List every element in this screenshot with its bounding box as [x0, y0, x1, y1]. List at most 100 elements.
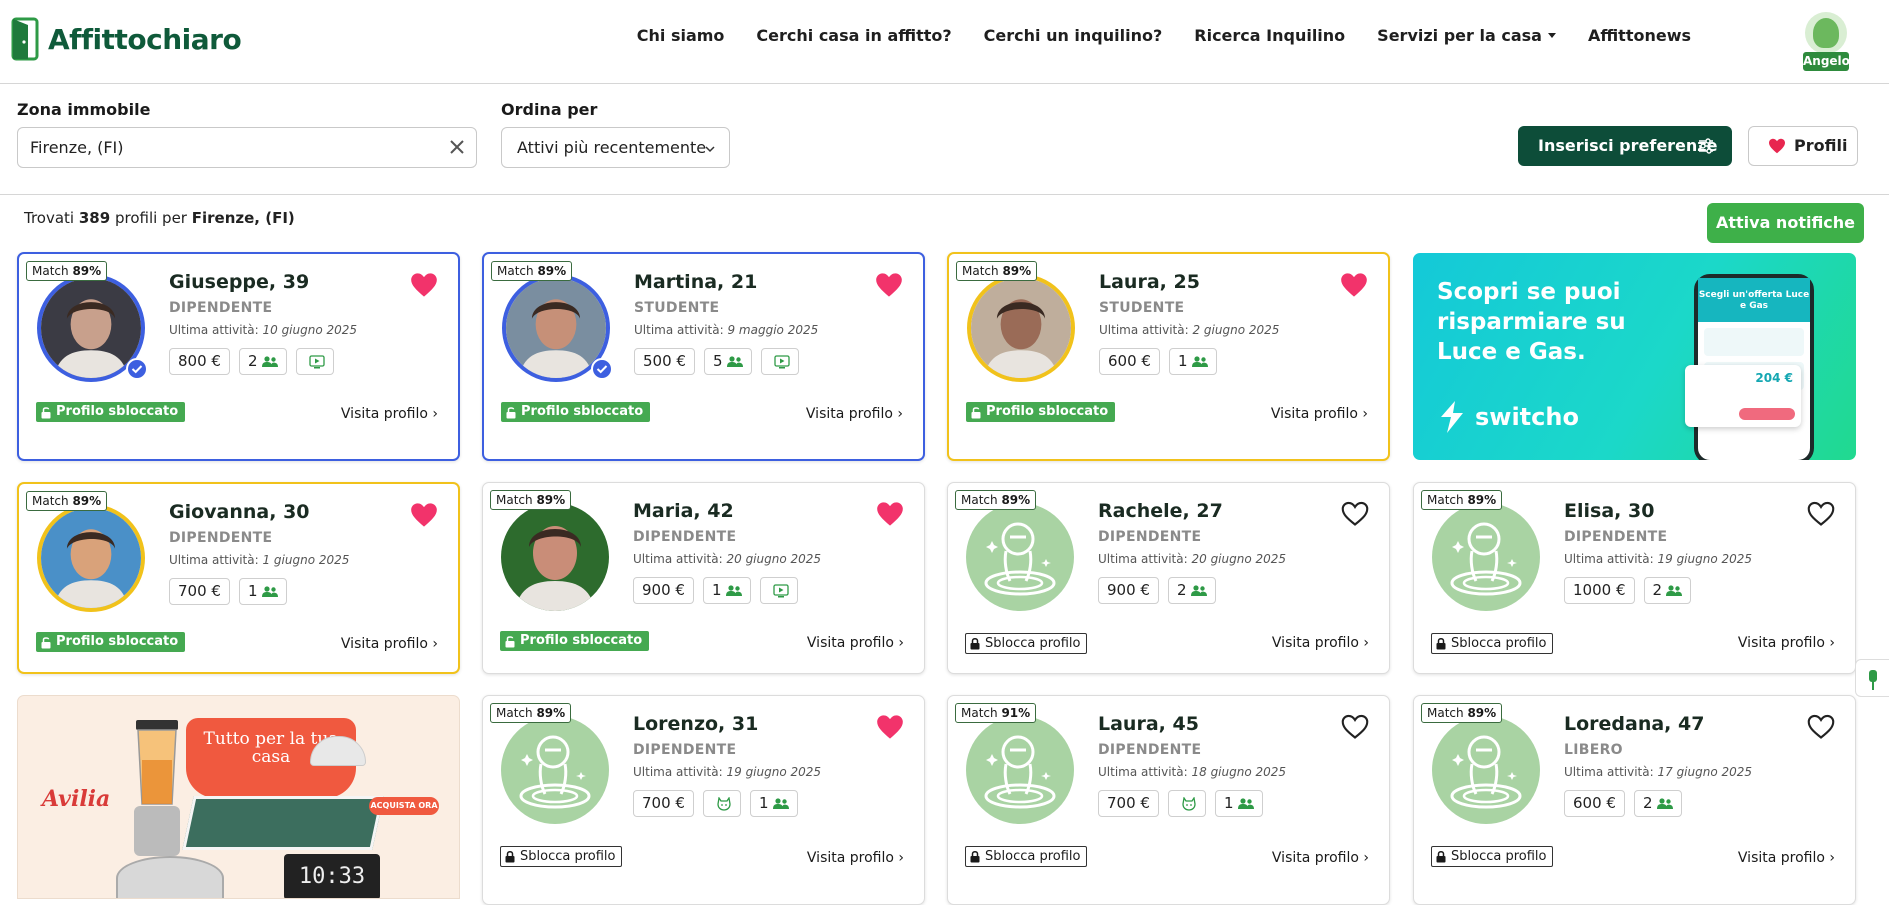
heart-outline-icon[interactable]	[1807, 714, 1835, 740]
profiles-button[interactable]: Profili	[1748, 126, 1858, 166]
phone-row	[1704, 328, 1804, 356]
unlock-icon	[41, 636, 51, 648]
nav-cerchi-casa[interactable]: Cerchi casa in affitto?	[756, 26, 951, 45]
heart-filled-icon[interactable]	[876, 714, 904, 740]
nav-servizi-dropdown[interactable]: Servizi per la casa	[1377, 26, 1556, 45]
switcho-ad-banner[interactable]: Scopri se puoi risparmiare su Luce e Gas…	[1413, 253, 1856, 460]
offer-card: 204 €	[1685, 365, 1801, 427]
rent-budget-chip: 1000 €	[1564, 577, 1635, 604]
heart-outline-icon[interactable]	[1341, 501, 1369, 527]
nav-chi-siamo[interactable]: Chi siamo	[637, 26, 725, 45]
unlock-profile-button[interactable]: Sblocca profilo	[965, 633, 1088, 654]
last-activity-date: 9 maggio 2025	[727, 323, 819, 337]
profile-occupation: STUDENTE	[634, 300, 720, 316]
heart-filled-icon[interactable]	[876, 501, 904, 527]
side-feedback-tab[interactable]	[1855, 659, 1889, 697]
heart-filled-icon[interactable]	[410, 272, 438, 298]
profile-card[interactable]: Match 89% Maria, 42 DIPENDENTE Ultima attiv…	[482, 482, 925, 674]
match-value: 89%	[537, 264, 567, 278]
nav-cerchi-inquilino[interactable]: Cerchi un inquilino?	[984, 26, 1163, 45]
sort-select[interactable]: Attivi più recentemente	[501, 127, 730, 168]
profile-card[interactable]: Match 89% Rachele, 27 DIPENDENTE Ultima att…	[947, 482, 1390, 674]
profile-avatar[interactable]	[967, 274, 1075, 382]
nav-ricerca-inquilino[interactable]: Ricerca Inquilino	[1194, 26, 1345, 45]
profile-card[interactable]: Match 89% Martina, 21 STUDENTE Ultima attiv…	[482, 252, 925, 461]
profile-avatar[interactable]	[37, 504, 145, 612]
insert-preferences-button[interactable]: Inserisci preferenze	[1518, 126, 1732, 166]
heart-filled-icon[interactable]	[875, 272, 903, 298]
profile-avatar[interactable]	[1432, 716, 1540, 824]
switcho-headline: Scopri se puoi risparmiare su Luce e Gas…	[1437, 279, 1626, 365]
visit-profile-link[interactable]: Visita profilo ›	[341, 406, 438, 422]
tray-icon	[182, 796, 384, 850]
profile-card[interactable]: Match 89% Elisa, 30 DIPENDENTE Ultima attiv…	[1413, 482, 1856, 674]
profile-card[interactable]: Match 89% Laura, 25 STUDENTE Ultima attivit…	[947, 252, 1390, 461]
buy-now-button[interactable]: ACQUISTA ORA	[369, 797, 439, 815]
mascot-avatar-icon	[1805, 12, 1847, 54]
match-badge: Match 89%	[1421, 703, 1503, 723]
unlock-profile-button[interactable]: Sblocca profilo	[965, 846, 1088, 867]
profile-card[interactable]: Match 89% Lorenzo, 31 DIPENDENTE Ultima att…	[482, 695, 925, 905]
profile-avatar[interactable]	[966, 716, 1074, 824]
match-label: Match	[961, 706, 998, 720]
profile-avatar[interactable]	[501, 503, 609, 611]
clock-display: 10:33	[284, 854, 380, 898]
unlock-profile-button[interactable]: Sblocca profilo	[1431, 846, 1554, 867]
match-badge: Match 89%	[491, 261, 573, 281]
offer-price: 204 €	[1755, 371, 1793, 385]
zone-label: Zona immobile	[17, 100, 151, 119]
profile-occupation: DIPENDENTE	[1098, 529, 1202, 545]
profile-occupation: DIPENDENTE	[633, 742, 737, 758]
activate-notifications-button[interactable]: Attiva notifiche	[1707, 203, 1864, 243]
visit-profile-link[interactable]: Visita profilo ›	[1738, 850, 1835, 866]
unlock-label: Sblocca profilo	[1451, 636, 1547, 651]
last-activity-date: 20 giugno 2025	[726, 552, 822, 566]
rent-budget-chip: 700 €	[169, 578, 230, 605]
heart-filled-icon[interactable]	[1340, 272, 1368, 298]
brand-logo[interactable]: Affittochiaro	[10, 15, 242, 63]
profile-avatar[interactable]	[1432, 503, 1540, 611]
people-icon	[1191, 355, 1208, 367]
profile-avatar[interactable]	[966, 503, 1074, 611]
user-avatar[interactable]: Angelo	[1803, 12, 1850, 72]
last-activity-label: Ultima attività:	[1098, 552, 1188, 566]
profile-unlocked-badge: Profilo sbloccato	[36, 632, 186, 652]
verified-badge-icon	[126, 358, 148, 380]
last-activity-label: Ultima attività:	[169, 553, 259, 567]
visit-profile-link[interactable]: Visita profilo ›	[1271, 406, 1368, 422]
heart-outline-icon[interactable]	[1807, 501, 1835, 527]
visit-profile-link[interactable]: Visita profilo ›	[1272, 635, 1369, 651]
profile-name: Giuseppe, 39	[169, 271, 310, 293]
visit-profile-link[interactable]: Visita profilo ›	[806, 406, 903, 422]
heart-outline-icon[interactable]	[1341, 714, 1369, 740]
last-activity: Ultima attività: 19 giugno 2025	[633, 765, 821, 779]
avilia-ad-banner[interactable]: Avilia Tutto per la tua casa 10:33 ACQUI…	[17, 695, 460, 899]
profile-card[interactable]: Match 89% Loredana, 47 LIBERO Ultima attivi…	[1413, 695, 1856, 905]
pet-chip	[702, 790, 741, 817]
clear-icon[interactable]	[448, 138, 466, 156]
match-label: Match	[32, 494, 69, 508]
lock-icon	[1436, 850, 1446, 863]
profile-card[interactable]: Match 89% Giovanna, 30 DIPENDENTE Ultima at…	[17, 482, 460, 674]
profile-photo	[501, 503, 609, 611]
visit-profile-link[interactable]: Visita profilo ›	[807, 635, 904, 651]
visit-profile-link[interactable]: Visita profilo ›	[1738, 635, 1835, 651]
nav-affittonews[interactable]: Affittonews	[1588, 26, 1691, 45]
people-chip: 2	[1643, 577, 1692, 604]
last-activity-label: Ultima attività:	[169, 323, 259, 337]
unlock-icon	[505, 635, 515, 647]
visit-profile-link[interactable]: Visita profilo ›	[341, 636, 438, 652]
last-activity: Ultima attività: 10 giugno 2025	[169, 323, 357, 337]
profile-card[interactable]: Match 89% Giuseppe, 39 DIPENDENTE Ultima at…	[17, 252, 460, 461]
people-icon	[1190, 584, 1207, 596]
zone-input[interactable]: Firenze, (FI)	[17, 127, 477, 168]
profile-avatar[interactable]	[501, 716, 609, 824]
visit-profile-link[interactable]: Visita profilo ›	[1272, 850, 1369, 866]
profile-card[interactable]: Match 91% Laura, 45 DIPENDENTE Ultima attiv…	[947, 695, 1390, 905]
unlocked-label: Profilo sbloccato	[56, 634, 179, 649]
visit-profile-link[interactable]: Visita profilo ›	[807, 850, 904, 866]
heart-filled-icon[interactable]	[410, 502, 438, 528]
unlock-profile-button[interactable]: Sblocca profilo	[500, 846, 623, 867]
unlock-profile-button[interactable]: Sblocca profilo	[1431, 633, 1554, 654]
profile-chips: 800 € 2	[169, 348, 343, 375]
